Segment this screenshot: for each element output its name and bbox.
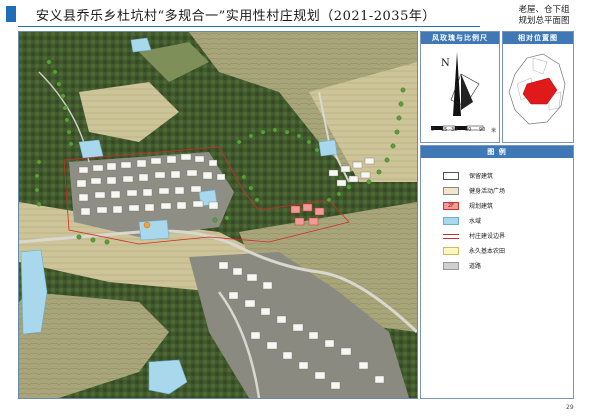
header-bar: 安义县乔乐乡杜坑村“多规合一”实用性村庄规划（2021-2035年） 老屋、仓下… — [0, 0, 590, 28]
wind-rose-scale-panel: 风玫瑰与比例尺 N 0 15 30 60 90 米 — [420, 31, 500, 143]
legend-swatch — [443, 262, 459, 270]
master-plan-map — [18, 31, 418, 399]
page-title: 安义县乔乐乡杜坑村“多规合一”实用性村庄规划（2021-2035年） — [36, 9, 436, 24]
sheet-subtitle: 老屋、仓下组 规划总平面图 — [506, 5, 582, 27]
wind-rose-graphic: N — [431, 52, 484, 131]
aerial-map-image — [19, 32, 417, 398]
header-accent-block — [6, 6, 16, 22]
sheet-subtitle-line2: 规划总平面图 — [518, 16, 570, 26]
header-divider — [18, 26, 480, 27]
scale-tick-4: 90 — [479, 127, 486, 133]
legend-title: 图 例 — [421, 146, 573, 158]
location-map-graphic — [508, 53, 566, 125]
scale-tick-2: 30 — [451, 127, 458, 133]
scale-tick-1: 15 — [441, 127, 448, 133]
scale-tick-0: 0 — [431, 127, 435, 133]
sheet-subtitle-line1: 老屋、仓下组 — [518, 5, 570, 15]
legend-swatch: 2F — [443, 202, 459, 210]
legend-swatch — [443, 172, 459, 180]
legend-panel: 图 例 保留建筑 健身活动广场 2F 规划建筑 水域 村庄建设边界 永久基本农田… — [420, 145, 574, 399]
scale-tick-3: 60 — [465, 127, 472, 133]
page-number: 29 — [566, 404, 574, 411]
wind-rose-panel-title: 风玫瑰与比例尺 — [421, 32, 499, 44]
legend-swatch — [443, 234, 459, 239]
legend-swatch — [443, 247, 459, 255]
north-label: N — [441, 58, 450, 69]
location-map-panel: 相对位置图 — [502, 31, 574, 143]
legend-swatch — [443, 187, 459, 195]
scale-unit: 米 — [491, 128, 497, 134]
location-panel-title: 相对位置图 — [503, 32, 573, 44]
legend-swatch — [443, 217, 459, 225]
